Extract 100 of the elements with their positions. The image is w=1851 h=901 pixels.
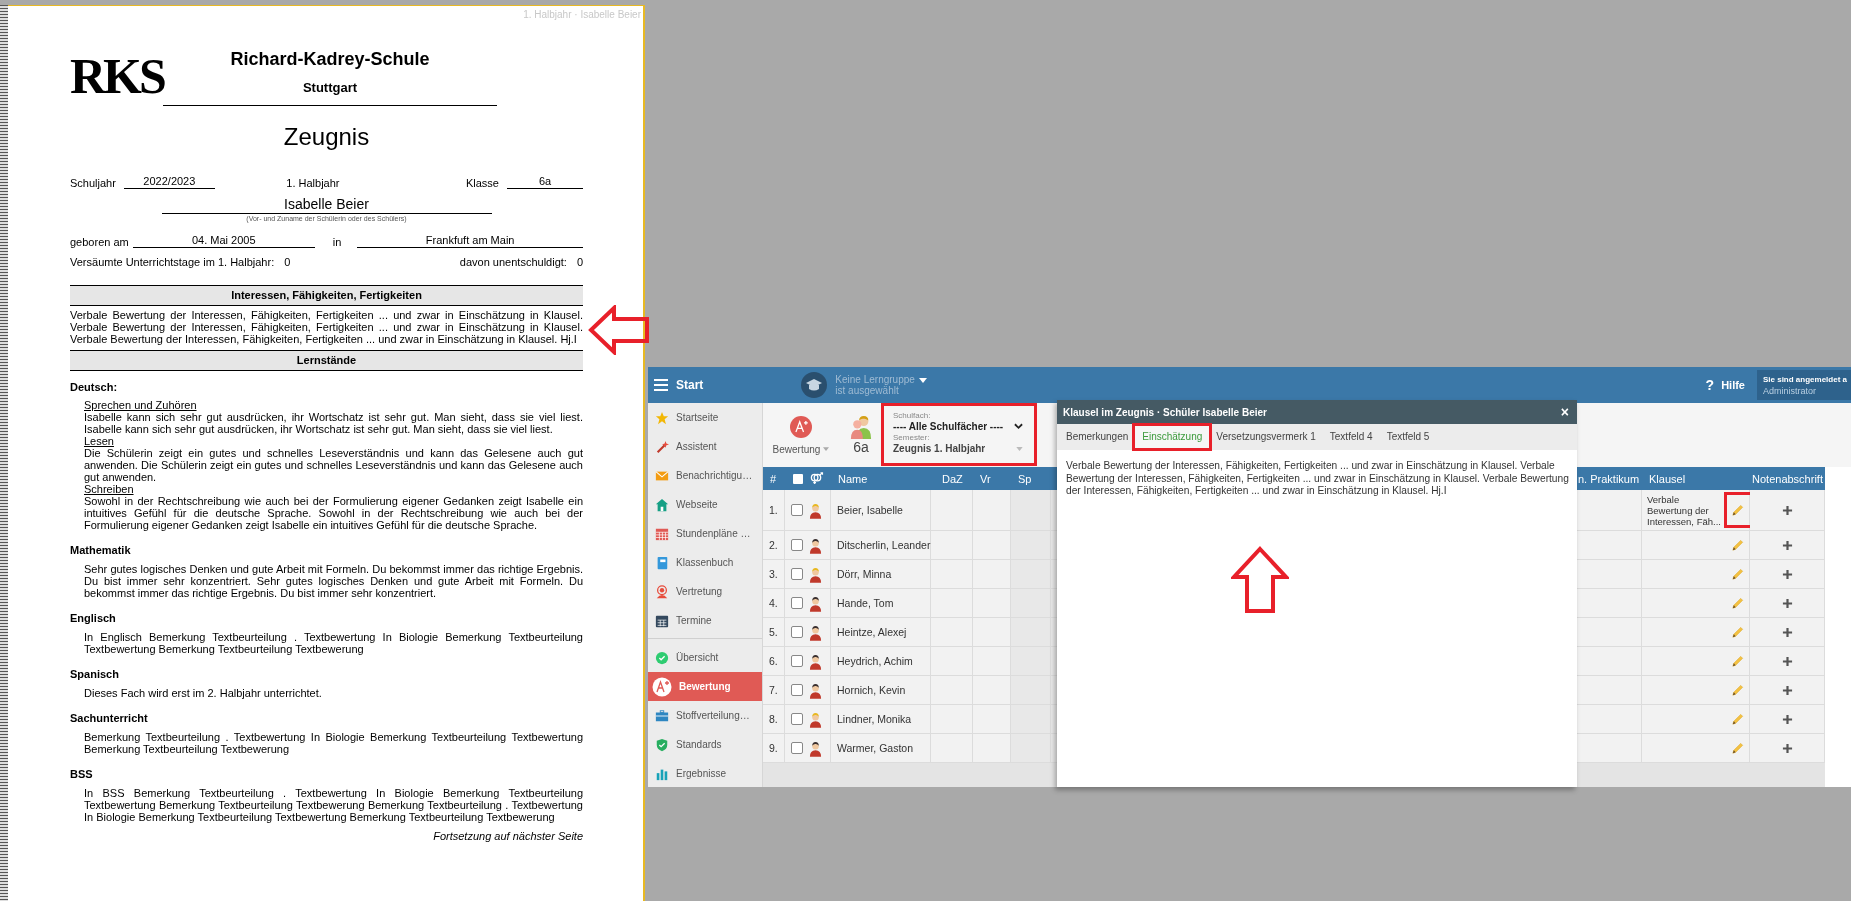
row-checkbox[interactable] <box>791 713 803 725</box>
row-number: 5. <box>763 618 785 647</box>
subject-heading: Englisch <box>70 612 117 624</box>
login-status: Sie sind angemeldet a <box>1762 373 1847 385</box>
class-value: 6a <box>507 174 583 189</box>
row-checkbox[interactable] <box>791 568 803 580</box>
caret-icon[interactable] <box>918 377 927 383</box>
student-name-cell[interactable]: Hande, Tom <box>831 589 931 618</box>
dialog-tab[interactable]: Einschätzung <box>1135 426 1210 448</box>
column-header: DaZ <box>941 471 964 487</box>
continuation-note: Fortsetzung auf nächster Seite <box>432 830 583 842</box>
sidebar-item[interactable]: Ergebnisse <box>648 759 762 788</box>
dialog-tab[interactable]: Textfeld 5 <box>1379 426 1437 448</box>
absence-value: 0 <box>284 256 291 268</box>
gender-icon <box>809 472 824 485</box>
row-checkbox[interactable] <box>791 626 803 638</box>
pencil-icon[interactable] <box>1731 683 1744 697</box>
dialog-tab[interactable]: Bemerkungen <box>1059 426 1136 448</box>
student-icon <box>809 536 822 554</box>
student-name-cell[interactable]: Heydrich, Achim <box>831 647 931 676</box>
row-checkbox[interactable] <box>791 597 803 609</box>
sidebar-item[interactable]: Bewertung <box>648 672 762 701</box>
sidebar-item[interactable]: Stoffverteilung… <box>648 701 762 730</box>
student-icon <box>809 565 822 583</box>
pencil-icon[interactable] <box>1731 567 1744 581</box>
group-status: ist ausgewählt <box>835 385 899 396</box>
rating-button[interactable]: Bewertung <box>763 403 839 467</box>
field-label: Schuljahr <box>70 177 116 189</box>
student-icon <box>809 652 822 670</box>
row-checkbox[interactable] <box>791 742 803 754</box>
plus-icon[interactable] <box>1781 597 1793 609</box>
student-name-cell[interactable]: Dörr, Minna <box>831 560 931 589</box>
table-cell <box>935 490 973 531</box>
plus-icon[interactable] <box>1781 626 1793 638</box>
sidebar-item[interactable]: Startseite <box>648 403 762 432</box>
dialog-tab[interactable]: Versetzungsvermerk 1 <box>1209 426 1323 448</box>
student-name-cell[interactable]: Lindner, Monika <box>831 705 931 734</box>
school-city: Stuttgart <box>301 80 359 96</box>
student-name-cell[interactable]: Ditscherlin, Leander <box>831 531 931 560</box>
grade-icon <box>790 415 812 438</box>
field-label: Schulfach: <box>893 411 932 420</box>
pencil-icon[interactable] <box>1731 741 1744 755</box>
subject-dropdown[interactable]: ---- Alle Schulfächer ---- <box>893 420 1004 433</box>
student-name-cell[interactable]: Hornich, Kevin <box>831 676 931 705</box>
envelope-icon <box>655 468 669 483</box>
sidebar-item[interactable]: Übersicht <box>648 643 762 672</box>
dialog-tab[interactable]: Textfeld 4 <box>1322 426 1380 448</box>
pencil-icon[interactable] <box>1731 538 1744 552</box>
select-all-checkbox[interactable] <box>793 473 803 484</box>
row-checkbox[interactable] <box>791 539 803 551</box>
row-checkbox[interactable] <box>791 504 803 516</box>
student-icon <box>809 681 822 699</box>
half-year-label: 1. Halbjahr <box>286 177 340 189</box>
student-icon <box>809 501 822 519</box>
sidebar-item[interactable]: Standards <box>648 730 762 759</box>
row-checkbox[interactable] <box>791 684 803 696</box>
pencil-icon[interactable] <box>1731 625 1744 639</box>
help-link[interactable]: Hilfe <box>1721 379 1745 391</box>
subject-heading: Deutsch: <box>70 381 119 393</box>
plus-icon[interactable] <box>1781 684 1793 696</box>
sidebar-item[interactable]: Stundenpläne … <box>648 519 762 548</box>
caret-icon[interactable] <box>823 447 830 451</box>
sidebar-item[interactable]: Vertretung <box>648 577 762 606</box>
sidebar-item[interactable]: Webseite <box>648 490 762 519</box>
sidebar-item[interactable]: Assistent <box>648 432 762 461</box>
column-header: Klausel <box>1648 471 1687 487</box>
pencil-icon[interactable] <box>1731 503 1744 517</box>
pencil-icon[interactable] <box>1731 596 1744 610</box>
user-panel[interactable]: Sie sind angemeldet a Administrator <box>1756 370 1851 400</box>
area-heading: Schreiben <box>84 483 135 495</box>
student-name-cell[interactable]: Warmer, Gaston <box>831 734 931 763</box>
row-checkbox[interactable] <box>791 655 803 667</box>
field-label: in <box>332 236 342 248</box>
field-label: Klasse <box>465 177 499 189</box>
graduation-cap-icon[interactable] <box>801 372 828 398</box>
sidebar-item[interactable]: Klassenbuch <box>648 548 762 577</box>
plus-icon[interactable] <box>1781 655 1793 667</box>
menu-icon <box>654 379 668 391</box>
sidebar-item[interactable]: Benachrichtigu… <box>648 461 762 490</box>
plus-icon[interactable] <box>1781 713 1793 725</box>
plus-icon[interactable] <box>1781 742 1793 754</box>
sidebar-item[interactable]: Termine <box>648 606 762 635</box>
student-icon <box>809 739 822 757</box>
pencil-icon[interactable] <box>1731 654 1744 668</box>
close-button[interactable]: × <box>1558 405 1571 419</box>
semester-dropdown[interactable]: Zeugnis 1. Halbjahr <box>893 442 986 455</box>
plus-icon[interactable] <box>1781 568 1793 580</box>
student-name-cell[interactable]: Heintze, Alexej <box>831 618 931 647</box>
chevron-down-icon[interactable] <box>1014 423 1023 430</box>
student-name-cell[interactable]: Beier, Isabelle <box>831 490 931 531</box>
subject-paragraph: Isabelle kann sich sehr gut ausdrücken, ihr Wortschatz ist sehr gut. Man sieht, dass sie viel liest. Isabelle kann sich sehr gut ausdrücken, ihr Wortschatz ist sehr gut. Man sieht, dass sie viel liest. <box>84 411 583 435</box>
pencil-icon[interactable] <box>1731 712 1744 726</box>
help-icon[interactable]: ? <box>1705 377 1715 393</box>
start-button[interactable]: Start <box>648 378 710 392</box>
plus-icon[interactable] <box>1781 504 1793 516</box>
student-name: Isabelle Beier <box>161 195 492 214</box>
row-number: 4. <box>763 589 785 618</box>
row-number: 3. <box>763 560 785 589</box>
filter-selector[interactable]: Schulfach: ---- Alle Schulfächer ---- Semester: Zeugnis 1. Halbjahr <box>887 411 1029 457</box>
plus-icon[interactable] <box>1781 539 1793 551</box>
